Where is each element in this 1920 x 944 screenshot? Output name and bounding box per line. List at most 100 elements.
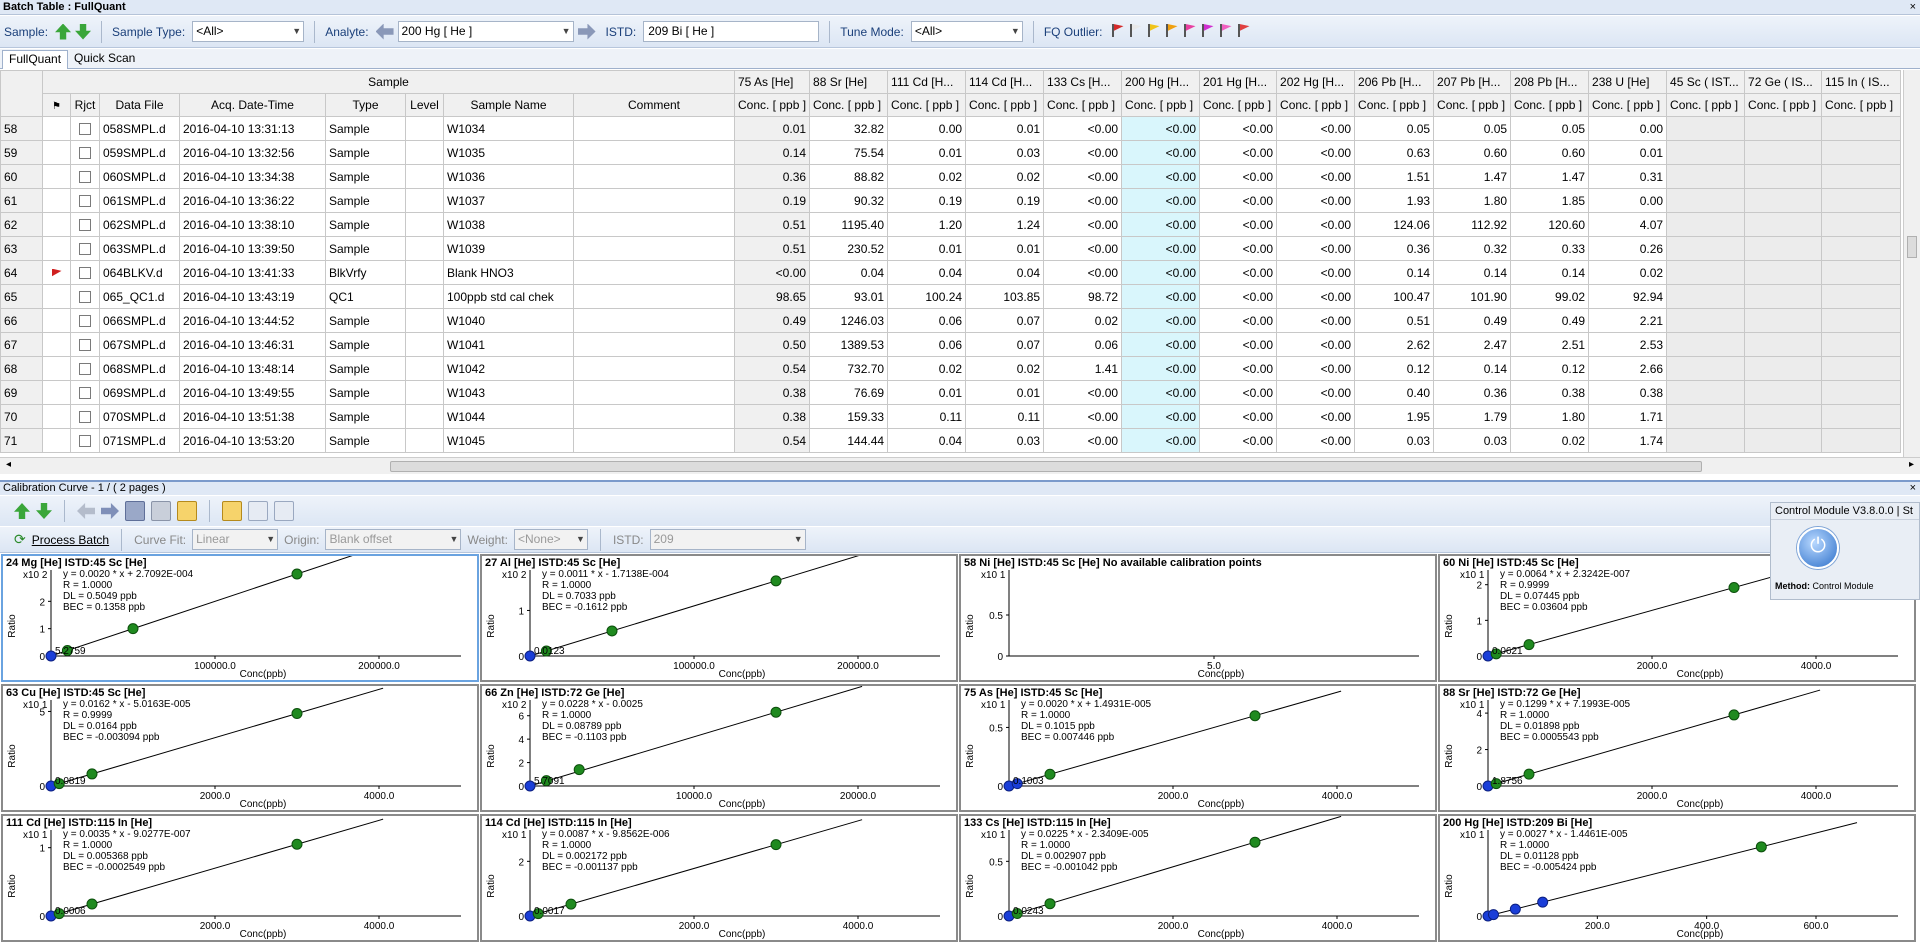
reject-checkbox[interactable] bbox=[79, 315, 91, 328]
table-row[interactable]: 70 070SMPL.d 2016-04-10 13:51:38 Sample W104… bbox=[0, 404, 1902, 429]
table-row[interactable]: 58 058SMPL.d 2016-04-10 13:31:13 Sample W103… bbox=[0, 116, 1902, 141]
reject-checkbox[interactable] bbox=[79, 219, 91, 232]
calibration-plot[interactable]: 58 Ni [He] ISTD:45 Sc [He] No available … bbox=[959, 554, 1437, 682]
horizontal-scrollbar[interactable]: ◂ ▸ bbox=[0, 457, 1920, 474]
flag-icon[interactable] bbox=[1236, 22, 1252, 38]
table-row[interactable]: 63 063SMPL.d 2016-04-10 13:39:50 Sample W103… bbox=[0, 236, 1902, 261]
column-header[interactable]: Type bbox=[325, 93, 406, 117]
analyte-select[interactable]: 200 Hg [ He ] ▼ bbox=[397, 21, 574, 42]
analyte-header[interactable]: 208 Pb [H... bbox=[1510, 70, 1590, 94]
next-analyte-icon[interactable] bbox=[577, 23, 596, 40]
table-row[interactable]: 69 069SMPL.d 2016-04-10 13:49:55 Sample W104… bbox=[0, 380, 1902, 405]
flag-icon[interactable] bbox=[1218, 22, 1234, 38]
calibration-plot[interactable]: 111 Cd [He] ISTD:115 In [He] x10 1 y = 0.0… bbox=[1, 814, 479, 942]
analyte-header[interactable]: 114 Cd [H... bbox=[965, 70, 1045, 94]
previous-icon[interactable] bbox=[77, 503, 95, 519]
table-row[interactable]: 71 071SMPL.d 2016-04-10 13:53:20 Sample W104… bbox=[0, 428, 1902, 453]
process-batch-button[interactable]: Process Batch bbox=[32, 533, 109, 547]
flag-icon[interactable] bbox=[1200, 22, 1216, 38]
istd-select[interactable]: 209 ▼ bbox=[649, 529, 806, 550]
close-icon[interactable]: × bbox=[1910, 0, 1916, 14]
sample-down-arrow-icon[interactable] bbox=[75, 23, 92, 40]
reject-checkbox[interactable] bbox=[79, 195, 91, 208]
vertical-scrollbar[interactable] bbox=[1903, 70, 1920, 457]
column-header[interactable]: Acq. Date-Time bbox=[179, 93, 326, 117]
column-header[interactable]: Sample Name bbox=[443, 93, 574, 117]
reject-checkbox[interactable] bbox=[79, 435, 91, 448]
analyte-header[interactable]: 207 Pb [H... bbox=[1433, 70, 1512, 94]
scroll-thumb[interactable] bbox=[390, 461, 1702, 472]
calibration-plot[interactable]: 27 Al [He] ISTD:45 Sc [He] x10 2 y = 0.001… bbox=[480, 554, 958, 682]
calibration-plot[interactable]: 114 Cd [He] ISTD:115 In [He] x10 1 y = 0.0… bbox=[480, 814, 958, 942]
column-header[interactable]: Level bbox=[405, 93, 444, 117]
flag-icon[interactable] bbox=[1110, 22, 1126, 38]
table-row[interactable]: 60 060SMPL.d 2016-04-10 13:34:38 Sample W103… bbox=[0, 164, 1902, 189]
flag-column-header[interactable]: ⚑ bbox=[42, 93, 71, 117]
flag-icon[interactable] bbox=[1164, 22, 1180, 38]
calibration-plot[interactable]: 75 As [He] ISTD:45 Sc [He] x10 1 y = 0.002… bbox=[959, 684, 1437, 812]
grid-view-icon[interactable] bbox=[125, 501, 145, 521]
analyte-header[interactable]: 88 Sr [He] bbox=[809, 70, 889, 94]
calibration-plot[interactable]: 24 Mg [He] ISTD:45 Sc [He] x10 2 y = 0.002… bbox=[1, 554, 479, 682]
analyte-header[interactable]: 75 As [He] bbox=[733, 70, 811, 94]
column-header[interactable]: Rjct bbox=[70, 93, 100, 117]
zoom-fit-icon[interactable] bbox=[177, 501, 197, 521]
power-icon[interactable] bbox=[1797, 527, 1839, 569]
scroll-left-icon[interactable]: ◂ bbox=[6, 459, 11, 470]
calibration-plot[interactable]: 88 Sr [He] ISTD:72 Ge [He] x10 1y = 0.129… bbox=[1438, 684, 1916, 812]
analyte-header[interactable]: 206 Pb [H... bbox=[1354, 70, 1435, 94]
analyte-header[interactable]: 201 Hg [H... bbox=[1199, 70, 1278, 94]
next-icon[interactable] bbox=[101, 503, 119, 519]
analyte-header[interactable]: 202 Hg [H... bbox=[1276, 70, 1356, 94]
table-row[interactable]: 62 062SMPL.d 2016-04-10 13:38:10 Sample W103… bbox=[0, 212, 1902, 237]
analyte-header[interactable]: 72 Ge ( IS... bbox=[1744, 70, 1823, 94]
table-row[interactable]: 68 068SMPL.d 2016-04-10 13:48:14 Sample W104… bbox=[0, 356, 1902, 381]
calibration-plot[interactable]: 133 Cs [He] ISTD:115 In [He] x10 1 y = 0.0… bbox=[959, 814, 1437, 942]
flag-icon[interactable] bbox=[1128, 22, 1144, 38]
origin-select[interactable]: Blank offset ▼ bbox=[325, 529, 462, 550]
reject-checkbox[interactable] bbox=[79, 291, 91, 304]
page-down-arrow-icon[interactable] bbox=[36, 503, 52, 519]
table-row[interactable]: 61 061SMPL.d 2016-04-10 13:36:22 Sample W103… bbox=[0, 188, 1902, 213]
reject-checkbox[interactable] bbox=[79, 243, 91, 256]
table-row[interactable]: 66 066SMPL.d 2016-04-10 13:44:52 Sample W104… bbox=[0, 308, 1902, 333]
calibration-plot[interactable]: 66 Zn [He] ISTD:72 Ge [He] x10 2 y = 0.022… bbox=[480, 684, 958, 812]
tab-fullquant[interactable]: FullQuant bbox=[2, 50, 69, 69]
calibration-plot[interactable]: 200 Hg [He] ISTD:209 Bi [He] x10 1 y = 0.0… bbox=[1438, 814, 1916, 942]
linear-scale-icon[interactable] bbox=[222, 501, 242, 521]
reject-checkbox[interactable] bbox=[79, 363, 91, 376]
previous-analyte-icon[interactable] bbox=[375, 23, 394, 40]
x-axis-icon[interactable] bbox=[248, 501, 268, 521]
reject-checkbox[interactable] bbox=[79, 387, 91, 400]
tune-mode-select[interactable]: <All> ▼ bbox=[910, 21, 1023, 42]
flag-icon[interactable] bbox=[1182, 22, 1198, 38]
page-up-arrow-icon[interactable] bbox=[14, 503, 30, 519]
analyte-header[interactable]: 200 Hg [H... bbox=[1121, 70, 1201, 94]
reject-checkbox[interactable] bbox=[79, 171, 91, 184]
sample-up-arrow-icon[interactable] bbox=[55, 23, 72, 40]
reject-checkbox[interactable] bbox=[79, 267, 91, 280]
column-header[interactable]: Data File bbox=[99, 93, 180, 117]
analyte-header[interactable]: 133 Cs [H... bbox=[1043, 70, 1123, 94]
weight-select[interactable]: <None> ▼ bbox=[513, 529, 588, 550]
analyte-header[interactable]: 45 Sc ( IST... bbox=[1666, 70, 1746, 94]
reject-checkbox[interactable] bbox=[79, 339, 91, 352]
close-icon[interactable]: × bbox=[1910, 482, 1916, 495]
scroll-right-icon[interactable]: ▸ bbox=[1909, 459, 1914, 470]
table-row[interactable]: 67 067SMPL.d 2016-04-10 13:46:31 Sample W104… bbox=[0, 332, 1902, 357]
curve-fit-select[interactable]: Linear ▼ bbox=[192, 529, 279, 550]
y-axis-icon[interactable] bbox=[274, 501, 294, 521]
analyte-header[interactable]: 238 U [He] bbox=[1588, 70, 1668, 94]
reject-checkbox[interactable] bbox=[79, 123, 91, 136]
list-view-icon[interactable] bbox=[151, 501, 171, 521]
sample-type-select[interactable]: <All> ▼ bbox=[192, 21, 305, 42]
table-row[interactable]: 59 059SMPL.d 2016-04-10 13:32:56 Sample W103… bbox=[0, 140, 1902, 165]
scroll-thumb[interactable] bbox=[1907, 236, 1917, 258]
column-header[interactable]: Comment bbox=[573, 93, 735, 117]
flag-icon[interactable] bbox=[1146, 22, 1162, 38]
table-row[interactable]: 64 064BLKV.d 2016-04-10 13:41:33 BlkVrfy Bla… bbox=[0, 260, 1902, 285]
reject-checkbox[interactable] bbox=[79, 411, 91, 424]
table-row[interactable]: 65 065_QC1.d 2016-04-10 13:43:19 QC1 100ppb … bbox=[0, 284, 1902, 309]
analyte-header[interactable]: 115 In ( IS... bbox=[1821, 70, 1902, 94]
calibration-plot[interactable]: 63 Cu [He] ISTD:45 Sc [He] x10 1y = 0.016… bbox=[1, 684, 479, 812]
